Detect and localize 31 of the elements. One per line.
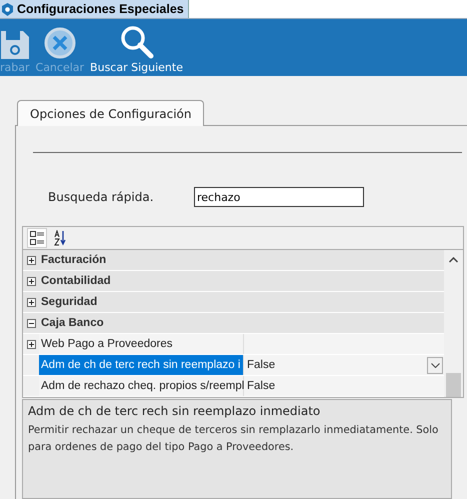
- category-label: Contabilidad: [40, 275, 111, 287]
- scroll-up-icon: [449, 257, 458, 263]
- search-icon: [120, 25, 154, 59]
- expand-icon[interactable]: [26, 256, 36, 264]
- description-title: Adm de ch de terc rech sin reemplazo inmediato: [28, 404, 322, 418]
- expand-icon[interactable]: [26, 340, 36, 348]
- search-field[interactable]: rechazo: [194, 187, 364, 207]
- property-value: False: [247, 380, 276, 392]
- property-name[interactable]: Adm de rechazo cheq. propios s/reempl: [39, 376, 244, 396]
- tab[interactable]: Opciones de Configuración: [17, 100, 204, 126]
- categorized-list-icon: [30, 231, 44, 245]
- property-name[interactable]: Web Pago a Proveedores: [39, 334, 244, 354]
- property-name[interactable]: Adm de ch de terc rech sin reemplazo i: [39, 355, 244, 375]
- search-button[interactable]: Buscar Siguiente: [90, 25, 183, 74]
- dropdown-button[interactable]: [427, 356, 443, 374]
- expand-icon[interactable]: [26, 298, 36, 306]
- window-title: Configuraciones Especiales: [17, 2, 184, 16]
- chevron-down-icon: [430, 362, 440, 368]
- categorized-view-button[interactable]: [27, 228, 47, 248]
- category-label: Seguridad: [40, 296, 98, 308]
- category-label: Caja Banco: [40, 317, 104, 329]
- cancel-circle-icon: [44, 27, 76, 59]
- collapse-icon[interactable]: [26, 318, 36, 328]
- search-label: Busqueda rápida.: [48, 190, 155, 204]
- category-label: Facturación: [40, 254, 106, 266]
- sort-az-icon: [54, 230, 66, 246]
- scrollbar-thumb[interactable]: [446, 373, 461, 397]
- property-value: False: [247, 359, 276, 371]
- expand-icon[interactable]: [26, 276, 36, 286]
- description-text: Permitir rechazar un cheque de terceros sin remplazarlo inmediatamente. Solo para ordenes de pago del tipo Pago a Proveedores.: [28, 423, 440, 455]
- app-logo-icon: [1, 2, 14, 16]
